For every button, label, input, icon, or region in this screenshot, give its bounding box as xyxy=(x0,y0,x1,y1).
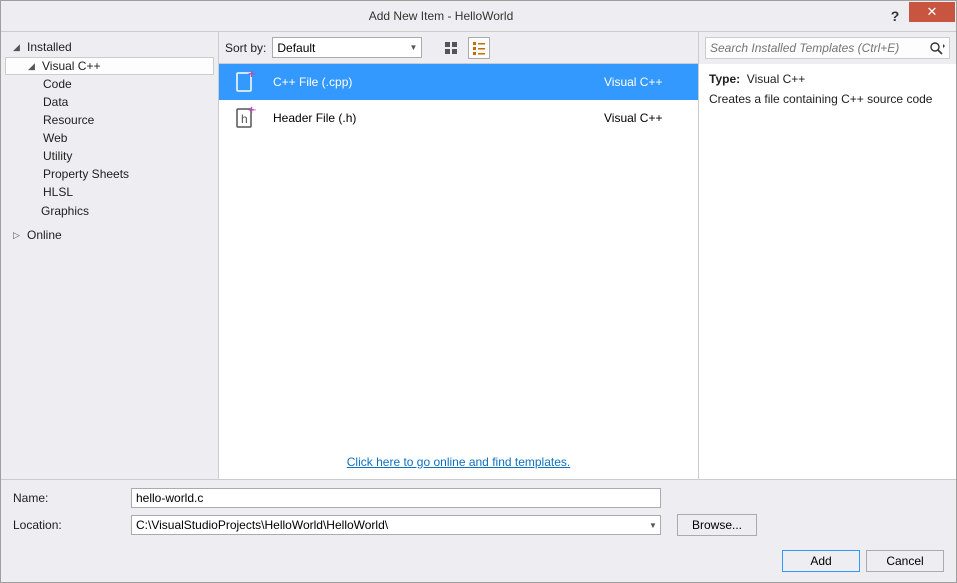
chevron-down-icon[interactable]: ▼ xyxy=(646,521,660,530)
center-toolbar: Sort by: Default ▼ xyxy=(219,32,698,64)
template-lang: Visual C++ xyxy=(604,111,684,125)
search-icon[interactable] xyxy=(929,41,945,55)
online-templates-link[interactable]: Click here to go online and find templat… xyxy=(347,455,570,469)
add-button[interactable]: Add xyxy=(782,550,860,572)
expand-icon: ◢ xyxy=(13,42,25,53)
tree-label: Installed xyxy=(27,40,72,54)
tree-label: Online xyxy=(27,228,62,242)
main-area: ◢ Installed ◢ Visual C++ CodeDataResourc… xyxy=(1,31,956,479)
tree-label: Visual C++ xyxy=(42,59,100,73)
location-combo[interactable]: ▼ xyxy=(131,515,661,535)
browse-button[interactable]: Browse... xyxy=(677,514,757,536)
tree-item-code[interactable]: Code xyxy=(5,75,214,93)
title-bar: Add New Item - HelloWorld ? ✕ xyxy=(1,1,956,31)
search-input[interactable] xyxy=(710,41,929,55)
type-value: Visual C++ xyxy=(747,72,805,86)
tree-item-resource[interactable]: Resource xyxy=(5,111,214,129)
tree-graphics[interactable]: Graphics xyxy=(5,202,214,220)
collapse-icon: ▷ xyxy=(13,230,25,241)
online-link-row: Click here to go online and find templat… xyxy=(219,445,698,479)
template-item[interactable]: ++h Header File (.h) Visual C++ xyxy=(219,100,698,136)
template-list: ++C++ File (.cpp)Visual C++++hHeader Fil… xyxy=(219,64,698,445)
sort-value: Default xyxy=(277,41,315,55)
sort-by-select[interactable]: Default ▼ xyxy=(272,37,422,58)
cancel-button[interactable]: Cancel xyxy=(866,550,944,572)
tree-item-web[interactable]: Web xyxy=(5,129,214,147)
svg-text:++: ++ xyxy=(248,106,256,117)
category-tree: ◢ Installed ◢ Visual C++ CodeDataResourc… xyxy=(1,32,219,479)
tree-item-hlsl[interactable]: HLSL xyxy=(5,183,214,201)
cpp-file-icon: ++ xyxy=(233,70,257,94)
name-input[interactable] xyxy=(131,488,661,508)
view-list-icon[interactable] xyxy=(468,37,490,59)
description-text: Creates a file containing C++ source cod… xyxy=(709,92,946,106)
template-description: Type: Visual C++ Creates a file containi… xyxy=(699,64,956,479)
search-box[interactable] xyxy=(705,37,950,59)
tree-item-property-sheets[interactable]: Property Sheets xyxy=(5,165,214,183)
svg-text:++: ++ xyxy=(248,70,256,81)
details-panel: Type: Visual C++ Creates a file containi… xyxy=(698,32,956,479)
help-icon[interactable]: ? xyxy=(881,8,909,24)
tree-label: Graphics xyxy=(41,204,89,218)
tree-visual-cpp[interactable]: ◢ Visual C++ xyxy=(5,57,214,75)
name-label: Name: xyxy=(13,491,123,505)
sort-by-label: Sort by: xyxy=(225,41,266,55)
svg-text:h: h xyxy=(241,112,248,126)
type-label: Type: xyxy=(709,72,740,86)
tree-item-data[interactable]: Data xyxy=(5,93,214,111)
template-label: C++ File (.cpp) xyxy=(273,75,588,89)
template-item[interactable]: ++ C++ File (.cpp) Visual C++ xyxy=(219,64,698,100)
tree-online[interactable]: ▷ Online xyxy=(5,226,214,244)
header-file-icon: ++h xyxy=(233,106,257,130)
center-panel: Sort by: Default ▼ ++ C++ File (.cpp) Visu… xyxy=(219,32,698,479)
window-title: Add New Item - HelloWorld xyxy=(1,9,881,23)
close-icon[interactable]: ✕ xyxy=(909,2,955,22)
bottom-panel: Name: Location: ▼ Browse... Add Cancel xyxy=(1,479,956,582)
tree-item-utility[interactable]: Utility xyxy=(5,147,214,165)
location-input[interactable] xyxy=(132,516,646,534)
expand-icon: ◢ xyxy=(28,61,40,72)
view-grid-icon[interactable] xyxy=(440,37,462,59)
location-label: Location: xyxy=(13,518,123,532)
template-lang: Visual C++ xyxy=(604,75,684,89)
tree-installed[interactable]: ◢ Installed xyxy=(5,38,214,56)
chevron-down-icon: ▼ xyxy=(409,43,417,52)
template-label: Header File (.h) xyxy=(273,111,588,125)
